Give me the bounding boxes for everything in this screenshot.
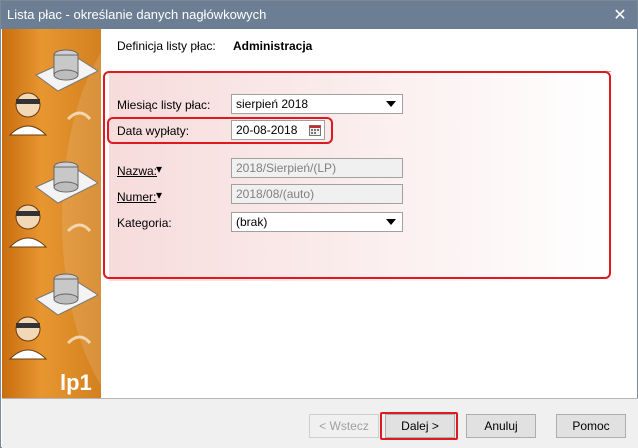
wizard-sidebar: lp1 [2,29,101,398]
definition-value: Administracja [233,39,313,53]
title-bar: Lista płac - określanie danych nagłówkow… [1,1,637,29]
dialog-window: Lista płac - określanie danych nagłówkow… [0,0,638,448]
database-person-icon [8,161,98,248]
brand-logo: lp1 [60,370,92,395]
definition-label: Definicja listy płac: [117,39,216,53]
help-button[interactable]: Pomoc [556,414,626,438]
database-person-icon [8,273,98,360]
next-highlight-frame [380,412,458,440]
back-button[interactable]: < Wstecz [309,414,379,438]
form-highlight-frame [103,71,611,279]
database-person-icon [8,49,98,136]
cancel-button[interactable]: Anuluj [466,414,536,438]
window-title: Lista płac - określanie danych nagłówkow… [7,7,267,22]
close-icon[interactable]: ✕ [603,1,637,29]
